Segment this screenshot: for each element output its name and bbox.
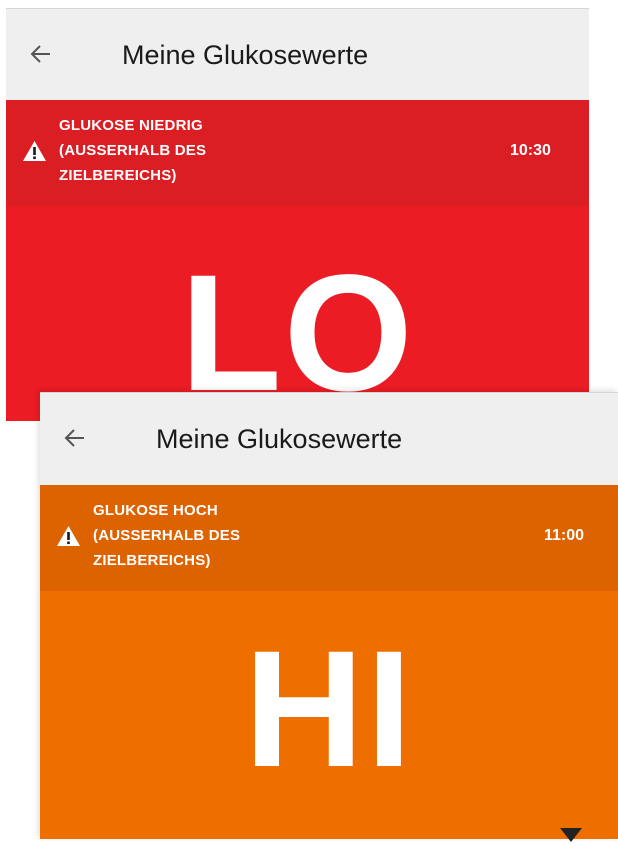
page-title: Meine Glukosewerte: [156, 424, 403, 454]
back-arrow-icon[interactable]: [28, 41, 54, 67]
glucose-screen-low: Meine Glukosewerte GLUKOSE NIEDRIG (AUSS…: [6, 8, 589, 421]
alert-line: (AUSSERHALB DES: [93, 527, 241, 544]
glucose-screen-high: Meine Glukosewerte GLUKOSE HOCH (AUSSERH…: [40, 392, 618, 839]
app-bar: Meine Glukosewerte: [40, 393, 618, 485]
warning-triangle-icon: [22, 140, 47, 162]
alert-banner: GLUKOSE HOCH (AUSSERHALB DES ZIELBEREICH…: [40, 485, 618, 591]
app-bar: Meine Glukosewerte: [6, 9, 589, 100]
alert-line: GLUKOSE HOCH: [93, 502, 218, 519]
alert-line: ZIELBEREICHS): [59, 167, 177, 184]
alert-message: GLUKOSE NIEDRIG (AUSSERHALB DES ZIELBERE…: [59, 113, 319, 188]
glucose-value-panel: HI: [40, 591, 618, 839]
alert-time: 10:30: [510, 142, 551, 159]
alert-line: (AUSSERHALB DES: [59, 142, 207, 159]
glucose-value: HI: [244, 617, 414, 802]
alert-time: 11:00: [544, 527, 585, 544]
back-arrow-icon[interactable]: [62, 425, 88, 451]
alert-line: ZIELBEREICHS): [93, 552, 211, 569]
alert-banner: GLUKOSE NIEDRIG (AUSSERHALB DES ZIELBERE…: [6, 100, 589, 206]
pointer-notch: [560, 828, 582, 842]
glucose-value-panel: LO: [6, 206, 589, 421]
alert-line: GLUKOSE NIEDRIG: [59, 117, 203, 134]
alert-message: GLUKOSE HOCH (AUSSERHALB DES ZIELBEREICH…: [93, 498, 353, 573]
warning-triangle-icon: [56, 525, 81, 547]
page-title: Meine Glukosewerte: [122, 40, 369, 70]
